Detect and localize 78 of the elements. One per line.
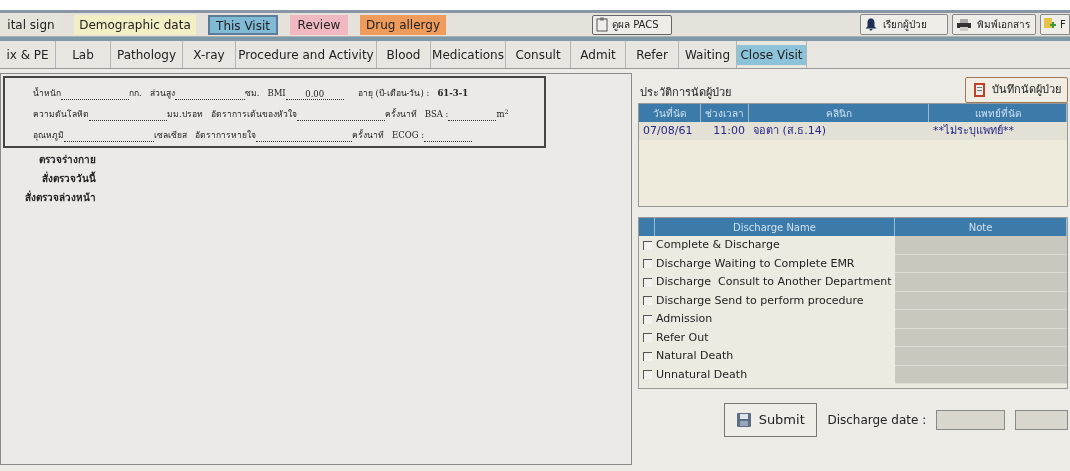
discharge-option[interactable]: Complete & Discharge (656, 237, 895, 254)
field-label: ส่วนสูง (149, 87, 175, 100)
checkbox[interactable] (643, 259, 652, 269)
column-header: Discharge Name (655, 218, 895, 236)
tab[interactable]: Blood (377, 41, 431, 68)
checkbox[interactable] (643, 351, 652, 361)
checkbox[interactable] (643, 370, 652, 380)
unit-label: ครั้งนาที (384, 108, 417, 121)
unit-label: ครั้งนาที (352, 129, 384, 142)
document-plus-icon (1044, 18, 1056, 31)
table-cell: **ไม่ระบุแพทย์** (929, 122, 1067, 140)
print-button[interactable]: พิมพ์เอกสาร (952, 14, 1036, 35)
tab[interactable]: ix & PE (0, 41, 56, 68)
note-cell[interactable] (895, 236, 1067, 255)
tab[interactable]: Demographic data (74, 14, 196, 35)
book-icon (972, 82, 988, 98)
field-label: ECOG : (392, 129, 425, 142)
section-label: สั่งตรวจล่วงหน้า (25, 190, 96, 205)
field-label: อุณหภูมิ (33, 129, 64, 142)
tab[interactable]: Refer (626, 41, 679, 68)
table-cell: จอตา (ส.ธ.14) (749, 122, 929, 140)
tab[interactable]: X-ray (183, 41, 236, 68)
call-patient-button[interactable]: เรียกผู้ป่วย (860, 14, 948, 35)
clipboard-icon (596, 17, 608, 32)
save-appointment-button[interactable]: บันทึกนัดผู้ป่วย (965, 77, 1068, 103)
table-cell: 11:00 (701, 122, 749, 140)
section-label: ตรวจร่างกาย (39, 153, 96, 167)
toolbar-button[interactable]: F (1040, 14, 1070, 35)
discharge-option[interactable]: Discharge Consult to Another Department (656, 274, 895, 291)
tab[interactable]: Consult (506, 41, 571, 68)
unit-label: เซลเซียส (154, 129, 187, 142)
printer-icon (957, 18, 971, 31)
field-label: ความดันโลหิต (33, 108, 89, 121)
section-label: สั่งตรวจวันนี้ (42, 171, 96, 186)
unit-label: กก. (129, 87, 142, 100)
tab[interactable]: Review (290, 14, 348, 35)
checkbox[interactable] (643, 296, 652, 306)
bell-icon (865, 18, 877, 31)
unit-label: ซม. (244, 87, 260, 100)
save-icon (736, 413, 751, 427)
submit-button[interactable]: Submit (724, 403, 818, 437)
tab[interactable]: Drug allergy (360, 14, 446, 35)
discharge-date-label: Discharge date : (827, 412, 927, 429)
unit-label: m$^{2}$ (496, 108, 509, 121)
field-label: อายุ (ปี-เดือน-วัน) : (357, 87, 430, 100)
fill-in-line[interactable]: 0.00 (285, 88, 344, 100)
field-value: 61-3-1 (437, 87, 469, 100)
discharge-option[interactable]: Discharge Waiting to Complete EMR (656, 255, 895, 272)
field-label: อัตราการหายใจ (195, 129, 256, 142)
note-cell[interactable] (895, 347, 1067, 366)
note-cell[interactable] (895, 273, 1067, 292)
discharge-option[interactable]: Admission (656, 311, 895, 328)
tab[interactable]: This Visit (208, 14, 278, 35)
note-cell[interactable] (895, 310, 1067, 329)
discharge-option[interactable]: Unnatural Death (656, 366, 895, 383)
tab[interactable]: Admit (571, 41, 626, 68)
field-label: BMI (267, 87, 286, 100)
tab[interactable]: Pathology (111, 41, 183, 68)
tab[interactable]: Lab (56, 41, 111, 68)
checkbox[interactable] (643, 314, 652, 324)
checkbox[interactable] (643, 240, 652, 250)
field-label: น้ำหนัก (33, 87, 61, 100)
discharge-option[interactable]: Refer Out (656, 329, 895, 346)
section-title: ประวัติการนัดผู้ป่วย (640, 84, 731, 101)
tab[interactable]: Procedure and Activity (236, 41, 377, 68)
tab[interactable]: Medications (431, 41, 506, 68)
discharge-option[interactable]: Natural Death (656, 348, 895, 365)
checkbox[interactable] (643, 333, 652, 343)
discharge-option[interactable]: Discharge Send to perform procedure (656, 292, 895, 309)
pacs-button[interactable]: ดูผล PACS (592, 14, 672, 35)
field-label: อัตราการเต้นของหัวใจ (210, 108, 297, 121)
time-field[interactable] (1015, 410, 1068, 430)
unit-label: มม.ปรอท (167, 108, 203, 121)
table-cell: 07/08/61 (639, 122, 701, 140)
date-field[interactable] (936, 410, 1006, 430)
field-label: BSA : (424, 108, 449, 121)
tab[interactable]: Close Visit (737, 41, 807, 68)
checkbox[interactable] (643, 277, 652, 287)
